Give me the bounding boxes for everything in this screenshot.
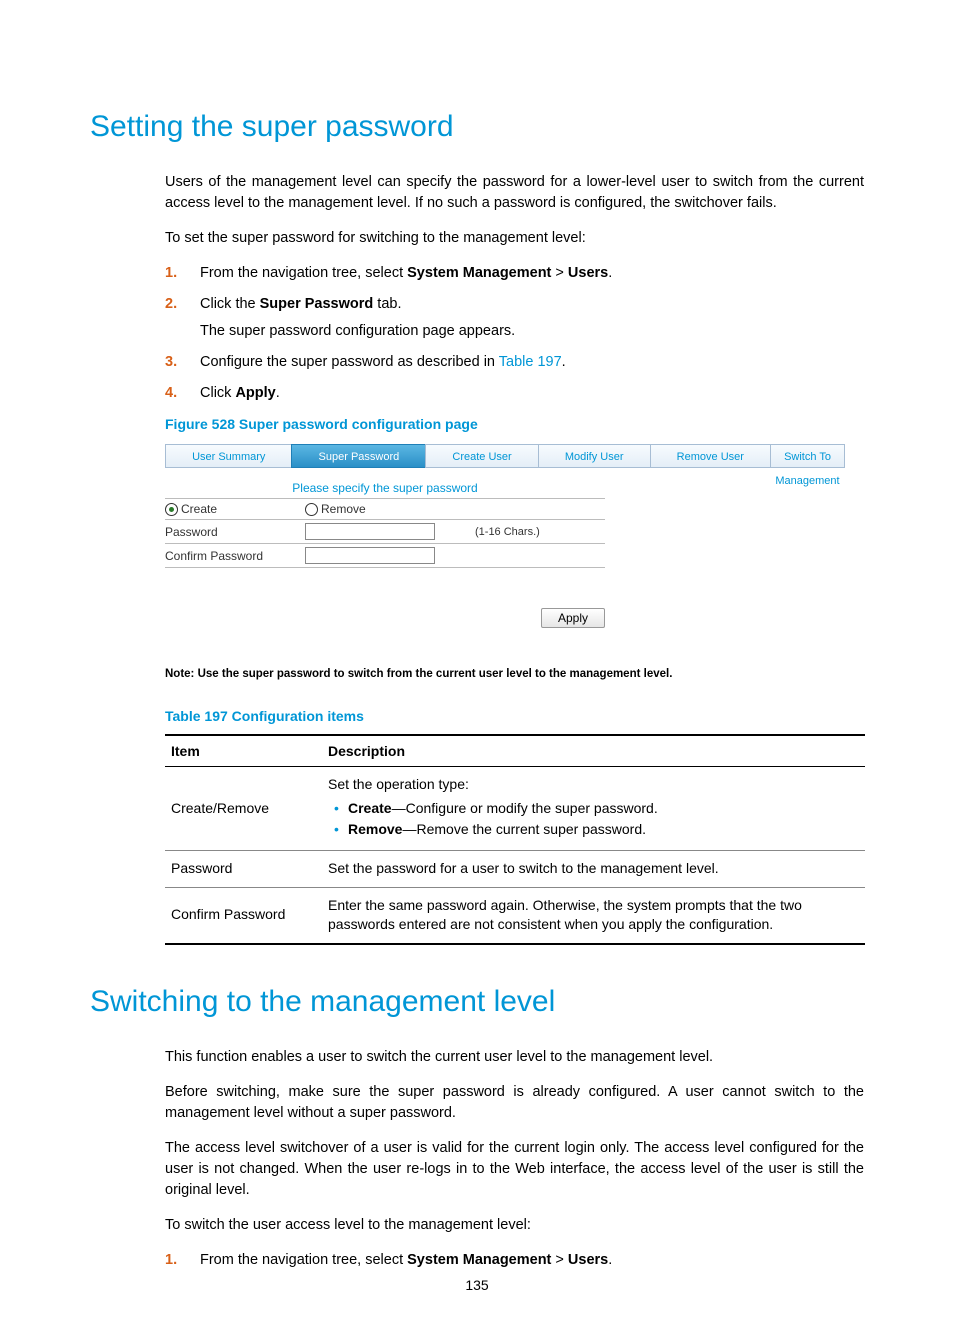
- tab-modify-user[interactable]: Modify User: [538, 444, 651, 468]
- tab-switch-to-management[interactable]: Switch To Management: [770, 444, 845, 468]
- step-number: 3.: [165, 352, 177, 373]
- apply-label: Apply: [235, 385, 275, 401]
- nav-system-management: System Management: [407, 1252, 551, 1268]
- cell-item-confirm: Confirm Password: [165, 887, 322, 944]
- link-table-197[interactable]: Table 197: [499, 354, 562, 370]
- col-item: Item: [165, 735, 322, 767]
- nav-system-management: System Management: [407, 265, 551, 281]
- table-row: Confirm Password Enter the same password…: [165, 887, 865, 944]
- step-text: From the navigation tree, select: [200, 265, 407, 281]
- bullet-create: Create—Configure or modify the super pas…: [328, 799, 859, 819]
- figure-528-caption: Figure 528 Super password configuration …: [165, 416, 864, 432]
- table-197-caption: Table 197 Configuration items: [165, 708, 864, 724]
- cell-item-create-remove: Create/Remove: [165, 767, 322, 851]
- step-4: 4. Click Apply.: [165, 383, 864, 404]
- intro-paragraph: Users of the management level can specif…: [165, 172, 864, 214]
- hint-password-chars: (1-16 Chars.): [475, 526, 605, 538]
- cell-desc-create-remove: Set the operation type: Create—Configure…: [322, 767, 865, 851]
- cell-item-password: Password: [165, 850, 322, 887]
- cell-desc-password: Set the password for a user to switch to…: [322, 850, 865, 887]
- tab-bar: User Summary Super Password Create User …: [165, 444, 845, 468]
- apply-button[interactable]: Apply: [541, 608, 605, 628]
- tab-create-user[interactable]: Create User: [425, 444, 538, 468]
- step-1: 1. From the navigation tree, select Syst…: [165, 1250, 864, 1271]
- step-2-sub: The super password configuration page ap…: [200, 321, 864, 342]
- specify-super-password-text: Please specify the super password: [165, 478, 605, 499]
- step-number: 1.: [165, 1250, 177, 1271]
- tab-remove-user[interactable]: Remove User: [650, 444, 771, 468]
- page-number: 135: [0, 1277, 954, 1293]
- col-description: Description: [322, 735, 865, 767]
- heading-setting-super-password: Setting the super password: [90, 110, 864, 144]
- radio-remove-label: Remove: [321, 502, 366, 516]
- p-switch-precond: Before switching, make sure the super pa…: [165, 1082, 864, 1124]
- step-1: 1. From the navigation tree, select Syst…: [165, 263, 864, 284]
- label-confirm-password: Confirm Password: [165, 549, 305, 563]
- step-3: 3. Configure the super password as descr…: [165, 352, 864, 373]
- step-2: 2. Click the Super Password tab. The sup…: [165, 294, 864, 342]
- row-create-remove: Create Remove: [165, 499, 605, 520]
- radio-remove[interactable]: [305, 503, 318, 516]
- nav-users: Users: [568, 265, 608, 281]
- p-switch-validity: The access level switchover of a user is…: [165, 1138, 864, 1201]
- lead-paragraph: To set the super password for switching …: [165, 228, 864, 249]
- tab-user-summary[interactable]: User Summary: [165, 444, 292, 468]
- cell-desc-confirm: Enter the same password again. Otherwise…: [322, 887, 865, 944]
- step-number: 2.: [165, 294, 177, 315]
- bullet-remove: Remove—Remove the current super password…: [328, 820, 859, 840]
- radio-create[interactable]: [165, 503, 178, 516]
- tab-super-password[interactable]: Super Password: [291, 444, 426, 468]
- step-number: 4.: [165, 383, 177, 404]
- p-switch-lead: To switch the user access level to the m…: [165, 1215, 864, 1236]
- figure-528: User Summary Super Password Create User …: [165, 444, 845, 680]
- row-password: Password (1-16 Chars.): [165, 520, 605, 544]
- step-number: 1.: [165, 263, 177, 284]
- tab-name-super-password: Super Password: [260, 296, 374, 312]
- figure-note: Note: Use the super password to switch f…: [165, 668, 845, 680]
- input-password[interactable]: [305, 523, 435, 540]
- table-197: Item Description Create/Remove Set the o…: [165, 734, 865, 945]
- nav-users: Users: [568, 1252, 608, 1268]
- radio-create-label: Create: [181, 502, 217, 516]
- p-switch-intro: This function enables a user to switch t…: [165, 1047, 864, 1068]
- heading-switching-to-management: Switching to the management level: [90, 985, 864, 1019]
- label-password: Password: [165, 525, 305, 539]
- table-row: Password Set the password for a user to …: [165, 850, 865, 887]
- table-row: Create/Remove Set the operation type: Cr…: [165, 767, 865, 851]
- row-confirm-password: Confirm Password: [165, 544, 605, 568]
- input-confirm-password[interactable]: [305, 547, 435, 564]
